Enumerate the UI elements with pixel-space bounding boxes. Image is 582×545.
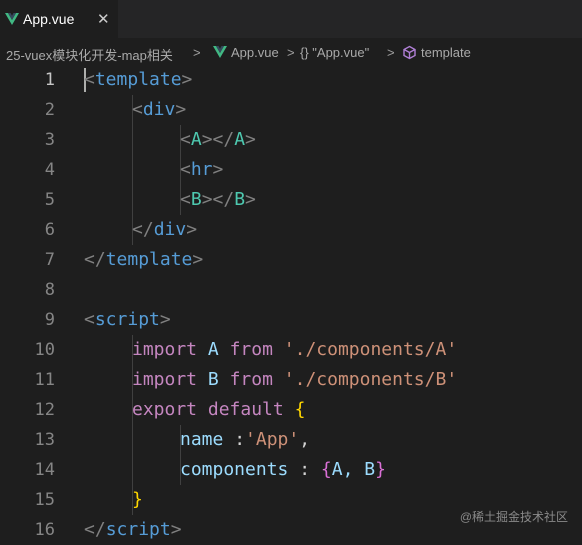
breadcrumb-separator-icon: > — [193, 45, 201, 60]
line-number: 2 — [44, 100, 55, 120]
code-line: 11 import B from './components/B' — [0, 365, 582, 395]
element-cube-icon — [403, 45, 416, 60]
line-number: 6 — [44, 220, 55, 240]
breadcrumb: 25-vuex模块化开发-map相关 > App.vue > {} "App.v… — [0, 38, 582, 65]
code-text: <A></A> — [180, 129, 256, 150]
editor-tab-app-vue[interactable]: App.vue ✕ — [0, 0, 118, 38]
code-line: 13 name :'App', — [0, 425, 582, 455]
code-line: 5 <B></B> — [0, 185, 582, 215]
code-text: components : {A, B} — [180, 459, 386, 480]
breadcrumb-separator-icon: > — [387, 45, 395, 60]
code-text: name :'App', — [180, 429, 311, 450]
code-line: 9 <script> — [0, 305, 582, 335]
code-text: } — [132, 489, 143, 510]
code-line: 14 components : {A, B} — [0, 455, 582, 485]
breadcrumb-folder[interactable]: 25-vuex模块化开发-map相关 — [6, 45, 173, 64]
line-number: 14 — [34, 460, 55, 480]
code-line: 8 — [0, 275, 582, 305]
breadcrumb-file[interactable]: App.vue — [231, 45, 279, 60]
line-number: 5 — [44, 190, 55, 210]
tab-title: App.vue — [23, 11, 75, 27]
line-number: 7 — [44, 250, 55, 270]
code-text: import A from './components/A' — [132, 339, 458, 360]
line-number: 10 — [34, 340, 55, 360]
line-number: 4 — [44, 160, 55, 180]
line-number: 15 — [34, 490, 55, 510]
tab-bar: App.vue ✕ — [0, 0, 582, 38]
code-text: <hr> — [180, 159, 224, 180]
code-line: 12 export default { — [0, 395, 582, 425]
line-number: 9 — [44, 310, 55, 330]
breadcrumb-node[interactable]: template — [421, 45, 471, 60]
line-number: 8 — [44, 280, 55, 300]
code-line: 10 import A from './components/A' — [0, 335, 582, 365]
code-text: </div> — [132, 219, 198, 240]
code-text: <template> — [84, 69, 193, 90]
code-text: <script> — [84, 309, 171, 330]
code-text: <div> — [132, 99, 187, 120]
code-text: import B from './components/B' — [132, 369, 458, 390]
breadcrumb-object[interactable]: {} "App.vue" — [300, 45, 369, 60]
code-line: 6 </div> — [0, 215, 582, 245]
code-line: 2 <div> — [0, 95, 582, 125]
breadcrumb-separator-icon: > — [287, 45, 295, 60]
code-line: 1 <template> — [0, 65, 582, 95]
code-line: 4 <hr> — [0, 155, 582, 185]
code-editor[interactable]: 1 <template> 2 <div> 3 <A></A> 4 <hr> 5 … — [0, 65, 582, 541]
line-number: 3 — [44, 130, 55, 150]
watermark: @稀土掘金技术社区 — [459, 510, 568, 524]
code-line: 7 </template> — [0, 245, 582, 275]
code-line: 3 <A></A> — [0, 125, 582, 155]
code-text: <B></B> — [180, 189, 256, 210]
line-number: 11 — [34, 370, 55, 390]
close-icon[interactable]: ✕ — [97, 10, 110, 28]
vue-file-icon — [213, 46, 227, 58]
line-number: 1 — [44, 70, 55, 90]
vue-file-icon — [5, 13, 19, 25]
code-text: </template> — [84, 249, 204, 270]
line-number: 12 — [34, 400, 55, 420]
line-number: 13 — [34, 430, 55, 450]
code-text: export default { — [132, 399, 306, 420]
